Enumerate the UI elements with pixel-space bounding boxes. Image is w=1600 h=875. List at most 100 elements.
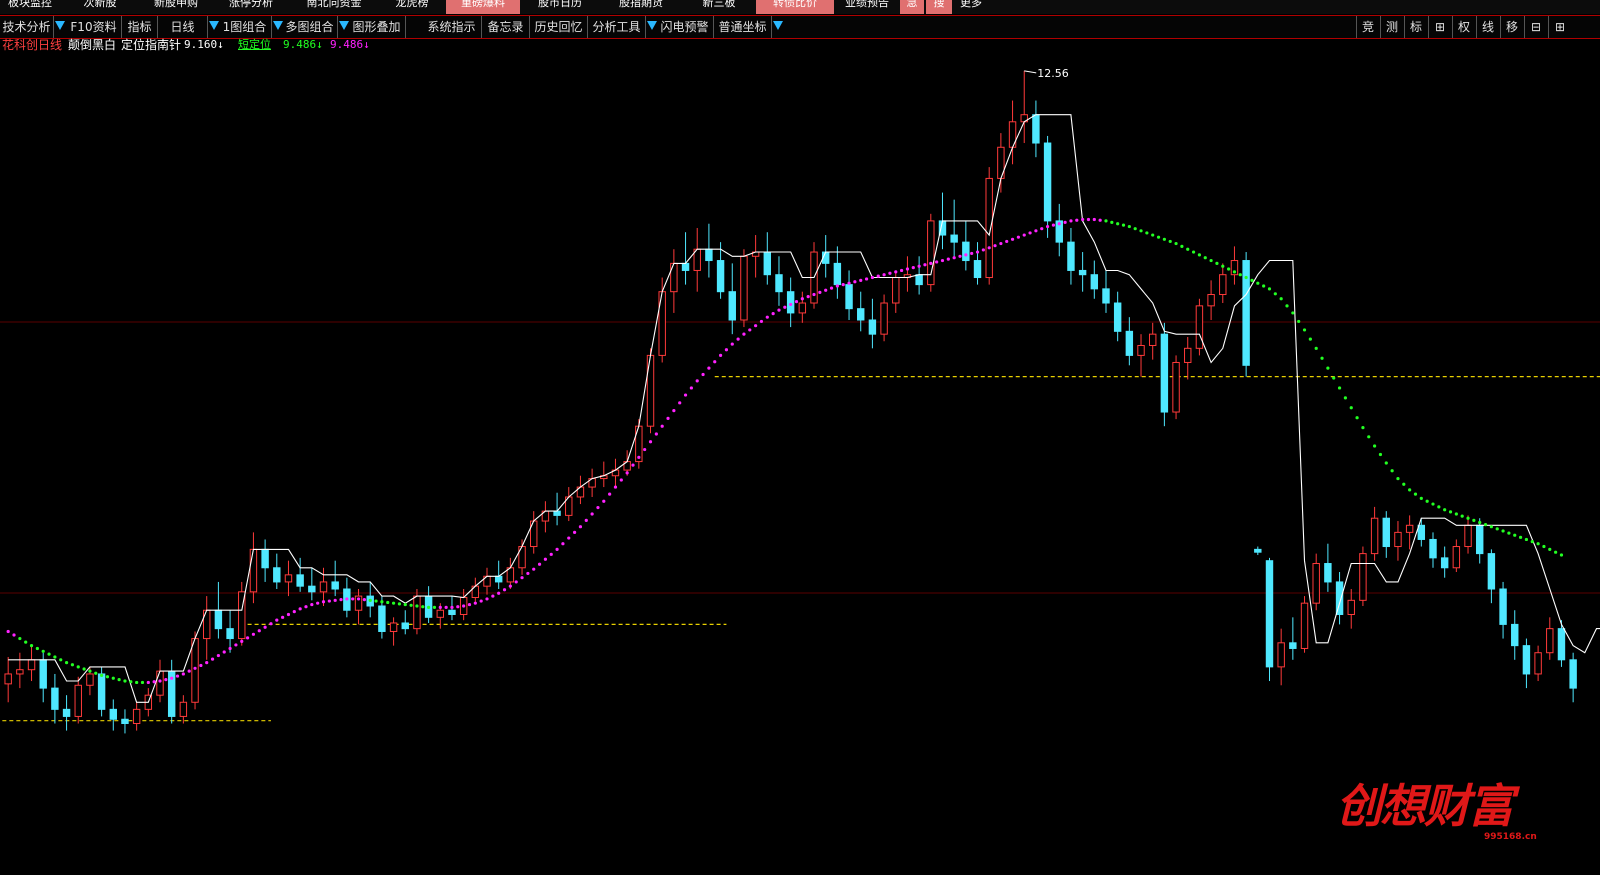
top-nav-item[interactable]: 股市日历	[522, 0, 598, 14]
candle	[1487, 549, 1496, 604]
indicator-name[interactable]: 定位指南针	[121, 38, 181, 52]
ma-dot	[47, 652, 51, 656]
ma-dot	[1116, 222, 1120, 226]
candle	[1511, 610, 1519, 660]
ma-dot	[923, 263, 927, 267]
ma-dot	[625, 471, 629, 475]
toolbar-right-button[interactable]: 移	[1500, 16, 1523, 38]
ma-dot	[1016, 235, 1020, 239]
top-nav-item[interactable]: 板块监控	[0, 0, 60, 14]
candle	[810, 242, 818, 309]
ma-dot	[894, 270, 898, 274]
toolbar-right-button[interactable]: 权	[1452, 16, 1475, 38]
top-nav-item[interactable]: 新股申购	[140, 0, 212, 14]
toolbar-item[interactable]: 闪电预警	[656, 16, 714, 38]
toolbar-item[interactable]: 分析工具	[588, 16, 646, 38]
candle	[1546, 617, 1554, 660]
candle	[1359, 546, 1367, 606]
candle-body	[880, 302, 888, 335]
ma-dot	[765, 315, 769, 319]
toolbar-item[interactable]: 指标	[122, 16, 158, 38]
toolbar-right-button[interactable]: 测	[1380, 16, 1403, 38]
dropdown-arrow-icon[interactable]	[773, 21, 783, 30]
top-nav-item[interactable]: 更多	[954, 0, 988, 14]
ma-dot	[549, 552, 553, 556]
candle-body	[1219, 274, 1227, 296]
ma-dot	[707, 366, 711, 370]
ma-dot	[1279, 297, 1283, 301]
ma-dot	[1162, 237, 1166, 241]
toolbar-item[interactable]: 系统指示	[422, 16, 482, 38]
candle-body	[1429, 538, 1437, 559]
top-nav-item[interactable]: 涨停分析	[214, 0, 288, 14]
candle	[1312, 553, 1320, 611]
ma-dot	[1174, 241, 1178, 246]
candle	[728, 263, 736, 335]
toolbar-item[interactable]: 日线	[158, 16, 208, 38]
toolbar-item[interactable]: 多图组合	[282, 16, 338, 38]
toolbar-item[interactable]: 普通坐标	[714, 16, 772, 38]
ma-dot	[537, 562, 542, 566]
toolbar-right-button[interactable]: ⊞	[1428, 16, 1451, 38]
ma-dot	[578, 525, 583, 529]
toolbar-item[interactable]: 技术分析	[0, 16, 54, 38]
top-nav-item[interactable]: 南北向资金	[290, 0, 378, 14]
top-nav-item[interactable]: 龙虎榜	[380, 0, 444, 14]
toolbar-right-button[interactable]: 竞	[1356, 16, 1379, 38]
toolbar-right-button[interactable]: ⊞	[1548, 16, 1571, 38]
ma-dot	[742, 332, 746, 336]
ma-dot	[298, 607, 302, 611]
candle-body	[1032, 114, 1040, 144]
candle	[1464, 515, 1472, 554]
ma-dot	[199, 663, 203, 668]
candle	[588, 468, 596, 497]
ma-dot	[520, 576, 524, 580]
ma-dot	[1349, 406, 1353, 410]
ma-dot	[718, 353, 723, 357]
toolbar-right-button[interactable]: 标	[1404, 16, 1427, 38]
top-nav-item[interactable]: 业绩预告	[836, 0, 898, 14]
indicator-label-2: 短定位	[238, 38, 271, 51]
top-nav-item[interactable]: 重磅爆料	[446, 0, 520, 14]
top-nav-item[interactable]: 搜	[926, 0, 952, 14]
candle	[1324, 543, 1332, 592]
toolbar-item[interactable]: 历史回忆	[530, 16, 588, 38]
ma-dot	[456, 605, 460, 609]
toolbar-item[interactable]: F10资料	[66, 16, 122, 38]
candle-body	[1347, 599, 1355, 615]
ma-dot	[1227, 267, 1231, 271]
ma-dot	[135, 680, 139, 685]
ma-dot	[1104, 219, 1108, 223]
top-nav-item[interactable]: 股指期货	[600, 0, 682, 14]
ma-dot	[356, 597, 361, 601]
candle	[203, 596, 211, 660]
ma-dot	[1209, 258, 1213, 263]
toolbar-item[interactable]: 图形叠加	[348, 16, 406, 38]
candle-body	[1382, 517, 1390, 548]
top-nav-item[interactable]: 次新股	[62, 0, 138, 14]
dropdown-arrow-icon[interactable]	[55, 21, 65, 30]
ma-dot	[427, 605, 431, 610]
ma-dot	[292, 610, 296, 614]
candle-body	[1370, 517, 1379, 555]
ma-dot	[1028, 231, 1032, 235]
top-nav-item[interactable]: 转债比价	[756, 0, 834, 14]
toolbar-right-button[interactable]: ⊟	[1524, 16, 1547, 38]
candle-body	[857, 308, 865, 321]
ma-dot	[1454, 512, 1458, 516]
ma-dot	[754, 324, 758, 328]
candlestick-chart[interactable]: 12.56	[0, 51, 1600, 875]
toolbar-item[interactable]: 1图组合	[218, 16, 272, 38]
ma-dot	[748, 328, 752, 332]
ma-dot	[794, 299, 799, 304]
top-nav-bar: 板块监控 次新股 新股申购 涨停分析 南北向资金 龙虎榜 重磅爆料 股市日历 股指期货 新三板 转债…	[0, 0, 1600, 14]
top-nav-item[interactable]: 急	[900, 0, 924, 14]
mode-label[interactable]: 颠倒黑白	[68, 38, 116, 52]
ma-dot	[450, 605, 454, 610]
ma-dot	[1372, 444, 1377, 448]
candle-body	[1137, 344, 1145, 356]
ma-dot	[1098, 218, 1102, 222]
toolbar-right-button[interactable]: 线	[1476, 16, 1499, 38]
toolbar-item[interactable]: 备忘录	[482, 16, 530, 38]
top-nav-item[interactable]: 新三板	[684, 0, 754, 14]
